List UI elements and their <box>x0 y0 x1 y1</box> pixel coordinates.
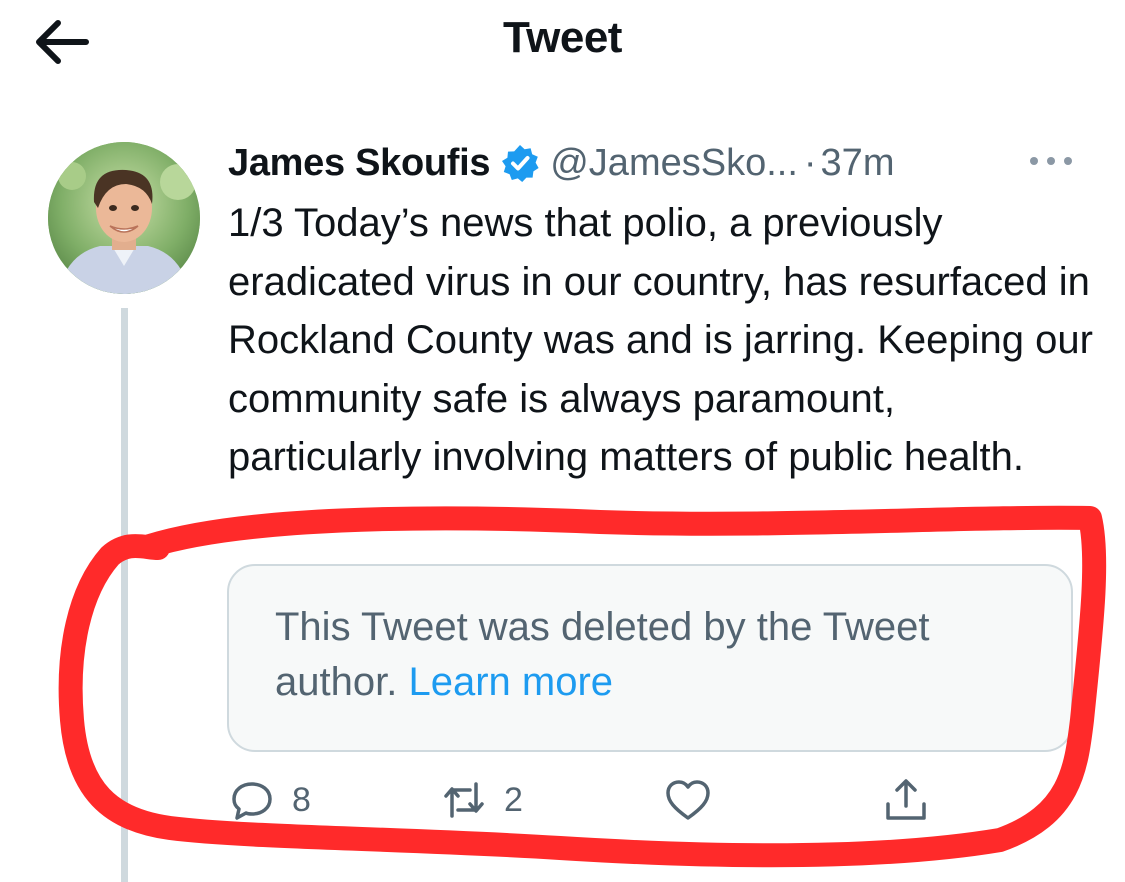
like-button[interactable] <box>664 770 728 830</box>
page-title: Tweet <box>503 13 622 62</box>
retweet-button[interactable]: 2 <box>440 770 523 830</box>
retweet-count: 2 <box>504 780 523 819</box>
tweet-timestamp[interactable]: 37m <box>821 142 895 185</box>
meta-separator: · <box>803 141 817 184</box>
deleted-notice-text: This Tweet was deleted by the Tweet auth… <box>275 600 1055 710</box>
heart-icon <box>666 780 710 820</box>
more-options-button[interactable] <box>1024 142 1078 180</box>
author-handle[interactable]: @JamesSko... <box>550 142 798 185</box>
author-name[interactable]: James Skoufis <box>228 142 491 185</box>
verified-badge-icon <box>502 145 539 182</box>
reply-icon <box>232 782 272 820</box>
retweet-icon <box>444 782 484 818</box>
ellipsis-icon <box>1030 157 1072 165</box>
tweet-text: 1/3 Today’s news that polio, a previousl… <box>228 201 1093 479</box>
share-button[interactable] <box>882 770 930 830</box>
top-bar: Tweet <box>0 0 1125 90</box>
tweet-header: James Skoufis @JamesSko... · 37m <box>228 140 894 186</box>
reply-button[interactable]: 8 <box>228 770 311 830</box>
deleted-quote-tweet-notice: This Tweet was deleted by the Tweet auth… <box>227 564 1073 752</box>
share-icon <box>886 779 926 820</box>
avatar-photo <box>48 142 200 294</box>
learn-more-link[interactable]: Learn more <box>408 660 613 704</box>
avatar[interactable] <box>48 142 200 294</box>
reply-count: 8 <box>292 780 311 819</box>
tweet-action-bar: 8 2 <box>0 770 1125 840</box>
